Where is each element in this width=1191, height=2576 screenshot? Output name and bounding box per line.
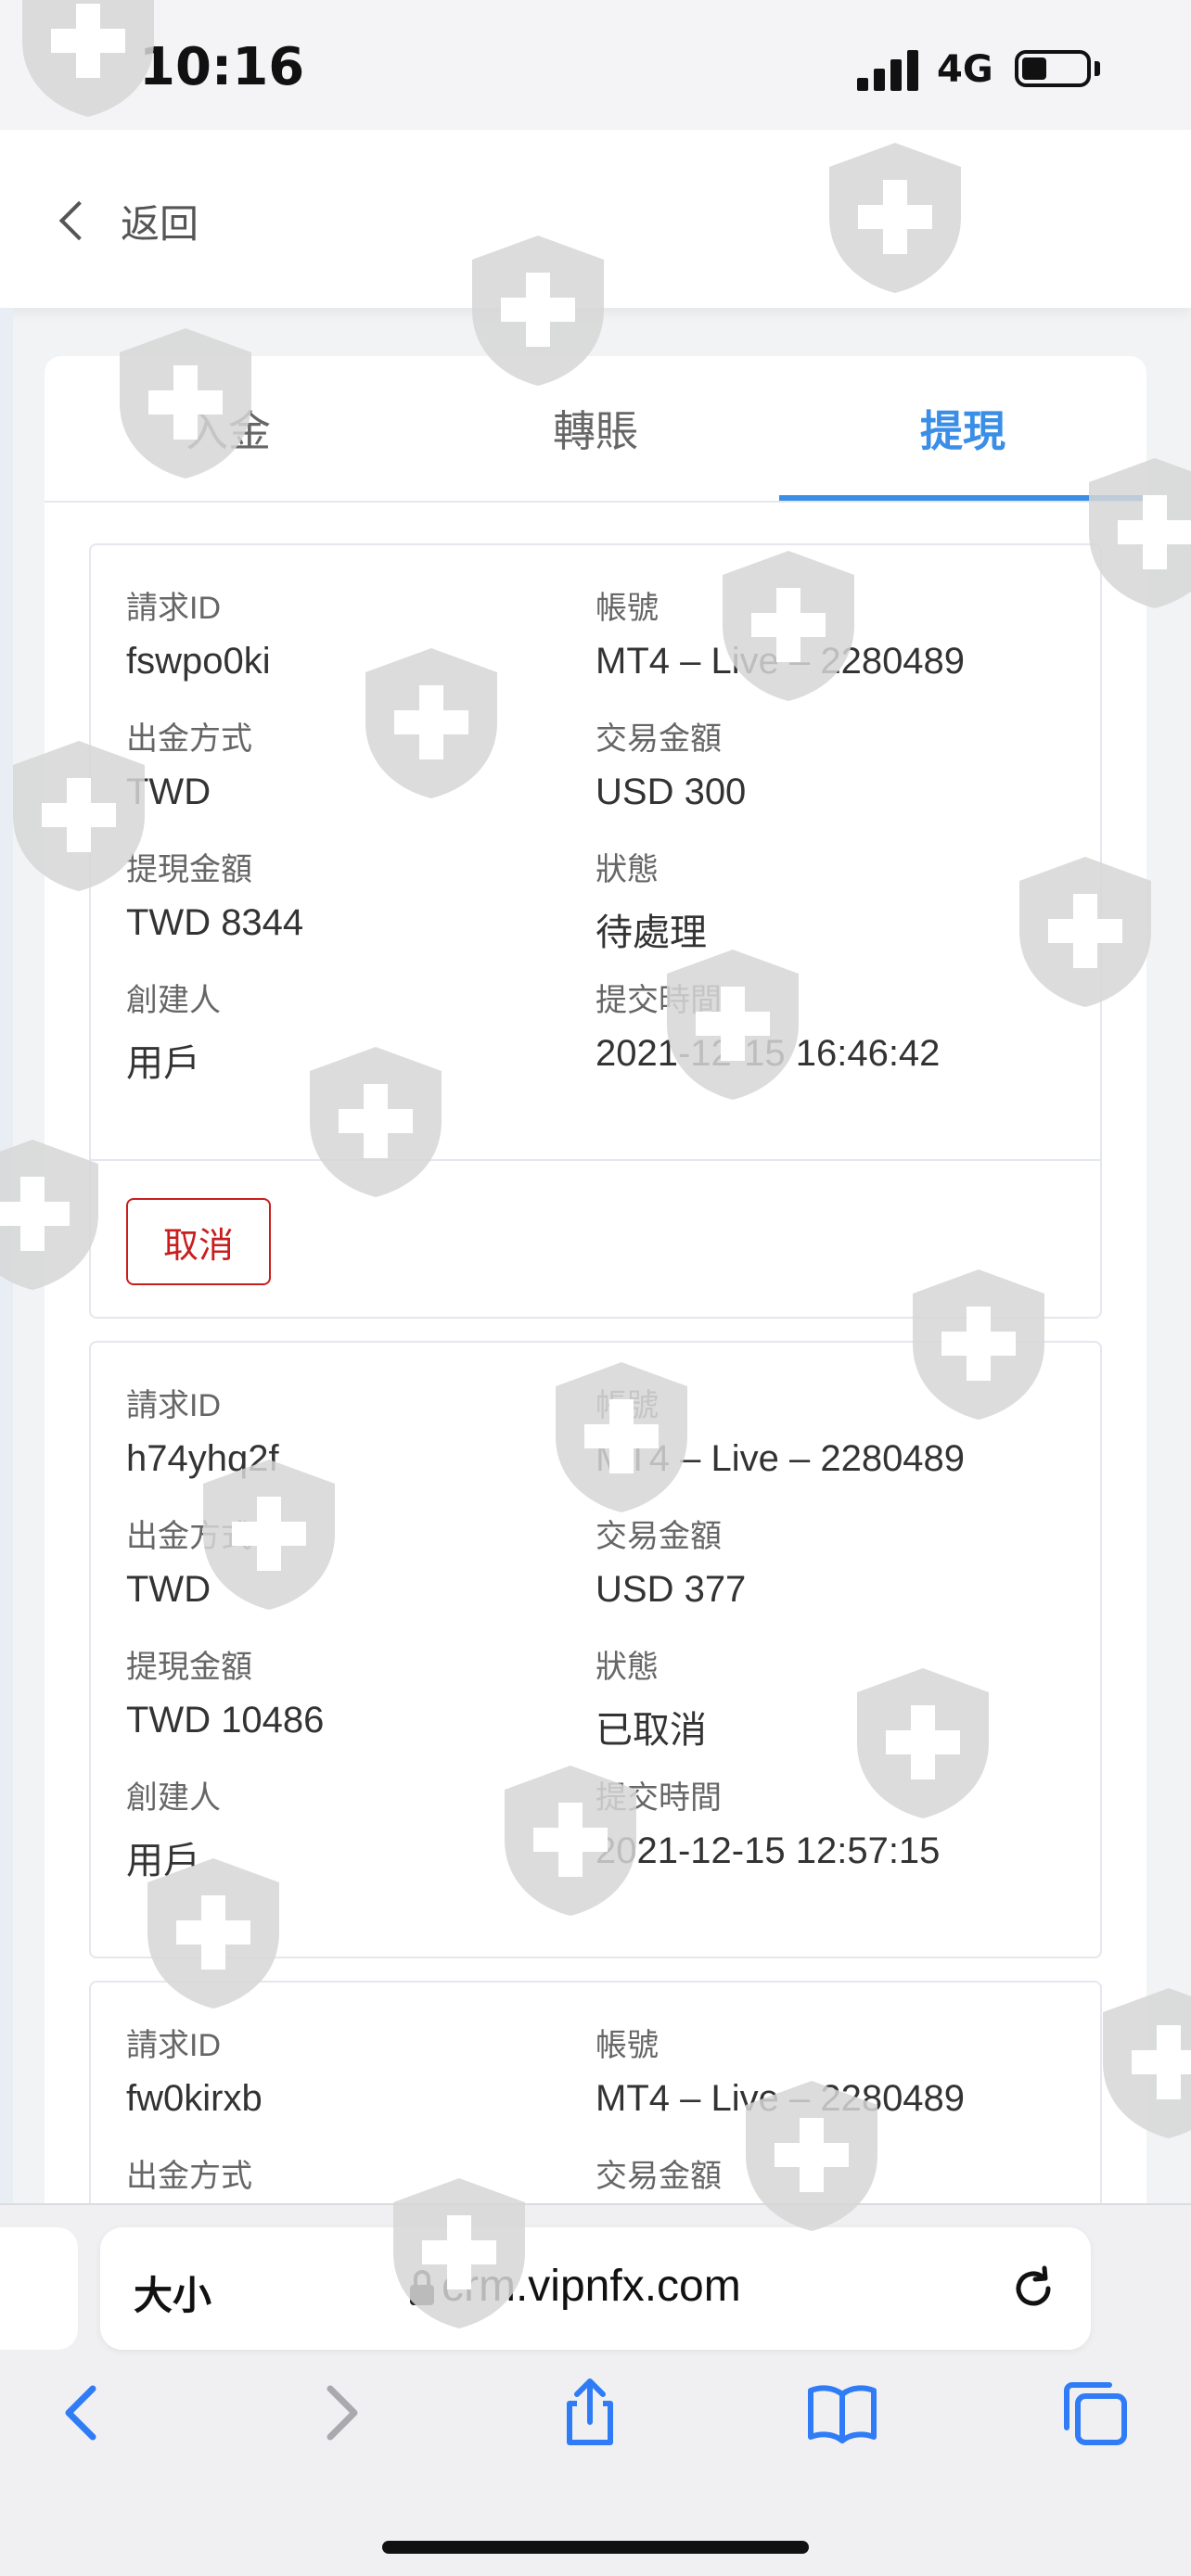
withdraw-amount-field: 提現金額 TWD 10486 bbox=[126, 1641, 324, 1741]
previous-tab-preview[interactable] bbox=[0, 2227, 78, 2350]
request-id-value: h74yhq2f bbox=[126, 1438, 279, 1479]
request-id-field: 請求ID h74yhq2f bbox=[126, 1380, 279, 1480]
url-text[interactable]: crm.vipnfx.com bbox=[442, 2261, 741, 2312]
method-value: TWD bbox=[126, 1569, 211, 1610]
withdraw-record: 請求ID fw0kirxb 帳號 MT4 – Live – 2280489 出金… bbox=[89, 1981, 1102, 2203]
method-label: 出金方式 bbox=[126, 2159, 252, 2194]
browser-chrome: 大小 crm.vipnfx.com bbox=[0, 2203, 1191, 2576]
creator-label: 創建人 bbox=[126, 983, 221, 1018]
account-field: 帳號 MT4 – Live – 2280489 bbox=[596, 582, 965, 682]
transactions-panel: 入金 轉賬 提現 請求ID fswpo0ki 帳號 MT4 – Live – 2… bbox=[45, 356, 1146, 2203]
submitted-field: 提交時間 2021-12-15 12:57:15 bbox=[596, 1772, 940, 1872]
request-id-value: fswpo0ki bbox=[126, 641, 271, 682]
account-label: 帳號 bbox=[596, 2028, 659, 2063]
trade-amount-field: 交易金額 USD 300 bbox=[596, 713, 746, 813]
lock-icon bbox=[410, 2270, 434, 2305]
withdraw-amount-field: 提現金額 TWD 8344 bbox=[126, 844, 303, 944]
status-value: 待處理 bbox=[596, 912, 707, 953]
chevron-left-icon bbox=[58, 200, 99, 241]
method-field: 出金方式 TWD bbox=[126, 713, 252, 813]
network-label: 4G bbox=[937, 48, 993, 91]
withdraw-amount-value: TWD 10486 bbox=[126, 1700, 325, 1741]
status-field: 狀態 已取消 bbox=[596, 1641, 707, 1753]
withdraw-amount-value: TWD 8344 bbox=[126, 902, 304, 943]
trade-amount-label: 交易金額 bbox=[596, 2159, 722, 2194]
method-value: TWD bbox=[126, 772, 211, 812]
status-bar: 10:16 4G bbox=[0, 0, 1191, 130]
account-field: 帳號 MT4 – Live – 2280489 bbox=[596, 1380, 965, 1480]
status-label: 狀態 bbox=[596, 1650, 659, 1685]
content-area: 入金 轉賬 提現 請求ID fswpo0ki 帳號 MT4 – Live – 2… bbox=[0, 308, 1191, 2203]
account-value: MT4 – Live – 2280489 bbox=[596, 641, 966, 682]
status-label: 狀態 bbox=[596, 852, 659, 887]
reload-icon[interactable] bbox=[1007, 2263, 1059, 2315]
method-field: 出金方式 bbox=[126, 2150, 252, 2196]
account-label: 帳號 bbox=[596, 1388, 659, 1423]
withdraw-record: 請求ID fswpo0ki 帳號 MT4 – Live – 2280489 出金… bbox=[89, 543, 1102, 1319]
address-bar[interactable]: 大小 crm.vipnfx.com bbox=[100, 2227, 1091, 2350]
request-id-value: fw0kirxb bbox=[126, 2078, 263, 2119]
submitted-value: 2021-12-15 16:46:42 bbox=[596, 1033, 941, 1074]
back-label: 返回 bbox=[121, 201, 199, 246]
submitted-field: 提交時間 2021-12-15 16:46:42 bbox=[596, 975, 940, 1075]
withdraw-amount-label: 提現金額 bbox=[126, 852, 252, 887]
request-id-label: 請求ID bbox=[126, 2028, 221, 2063]
trade-amount-field: 交易金額 USD 377 bbox=[596, 1511, 746, 1611]
method-label: 出金方式 bbox=[126, 1519, 252, 1554]
creator-field: 創建人 用戶 bbox=[126, 975, 221, 1087]
tabs-icon[interactable] bbox=[1057, 2376, 1132, 2450]
cancel-button[interactable]: 取消 bbox=[126, 1198, 271, 1285]
back-button[interactable]: 返回 bbox=[52, 185, 198, 256]
status-time: 10:16 bbox=[139, 37, 305, 97]
nav-header: 返回 bbox=[0, 130, 1191, 308]
submitted-value: 2021-12-15 12:57:15 bbox=[596, 1830, 941, 1871]
left-rule bbox=[0, 308, 13, 2203]
record-divider bbox=[91, 1159, 1100, 1161]
battery-tip bbox=[1095, 61, 1100, 76]
bookmarks-icon[interactable] bbox=[805, 2376, 879, 2450]
account-field: 帳號 MT4 – Live – 2280489 bbox=[596, 2020, 965, 2120]
forward-arrow-icon[interactable] bbox=[302, 2376, 377, 2450]
trade-amount-value: USD 377 bbox=[596, 1569, 747, 1610]
tab-transfer[interactable]: 轉賬 bbox=[412, 356, 779, 501]
tab-bar: 入金 轉賬 提現 bbox=[45, 356, 1146, 503]
back-arrow-icon[interactable] bbox=[46, 2376, 121, 2450]
request-id-field: 請求ID fswpo0ki bbox=[126, 582, 271, 682]
account-label: 帳號 bbox=[596, 591, 659, 626]
request-id-label: 請求ID bbox=[126, 1388, 221, 1423]
home-indicator bbox=[382, 2541, 809, 2554]
submitted-label: 提交時間 bbox=[596, 983, 722, 1018]
account-value: MT4 – Live – 2280489 bbox=[596, 1438, 966, 1479]
submitted-label: 提交時間 bbox=[596, 1780, 722, 1816]
trade-amount-label: 交易金額 bbox=[596, 1519, 722, 1554]
creator-value: 用戶 bbox=[126, 1043, 200, 1084]
account-value: MT4 – Live – 2280489 bbox=[596, 2078, 966, 2119]
text-size-button[interactable]: 大小 bbox=[134, 2264, 211, 2321]
method-field: 出金方式 TWD bbox=[126, 1511, 252, 1611]
method-label: 出金方式 bbox=[126, 721, 252, 757]
share-icon[interactable] bbox=[553, 2376, 627, 2450]
creator-label: 創建人 bbox=[126, 1780, 221, 1816]
trade-amount-label: 交易金額 bbox=[596, 721, 722, 757]
status-value: 已取消 bbox=[596, 1710, 707, 1751]
withdraw-amount-label: 提現金額 bbox=[126, 1650, 252, 1685]
status-field: 狀態 待處理 bbox=[596, 844, 707, 956]
tab-active-indicator bbox=[779, 495, 1146, 501]
battery-icon bbox=[1015, 50, 1091, 87]
signal-icon bbox=[857, 48, 918, 91]
trade-amount-value: USD 300 bbox=[596, 772, 747, 812]
request-id-label: 請求ID bbox=[126, 591, 221, 626]
withdraw-record: 請求ID h74yhq2f 帳號 MT4 – Live – 2280489 出金… bbox=[89, 1341, 1102, 1958]
creator-value: 用戶 bbox=[126, 1841, 200, 1881]
tab-withdraw[interactable]: 提現 bbox=[779, 356, 1146, 501]
trade-amount-field: 交易金額 bbox=[596, 2150, 722, 2196]
tab-deposit[interactable]: 入金 bbox=[45, 356, 412, 501]
request-id-field: 請求ID fw0kirxb bbox=[126, 2020, 263, 2120]
creator-field: 創建人 用戶 bbox=[126, 1772, 221, 1884]
